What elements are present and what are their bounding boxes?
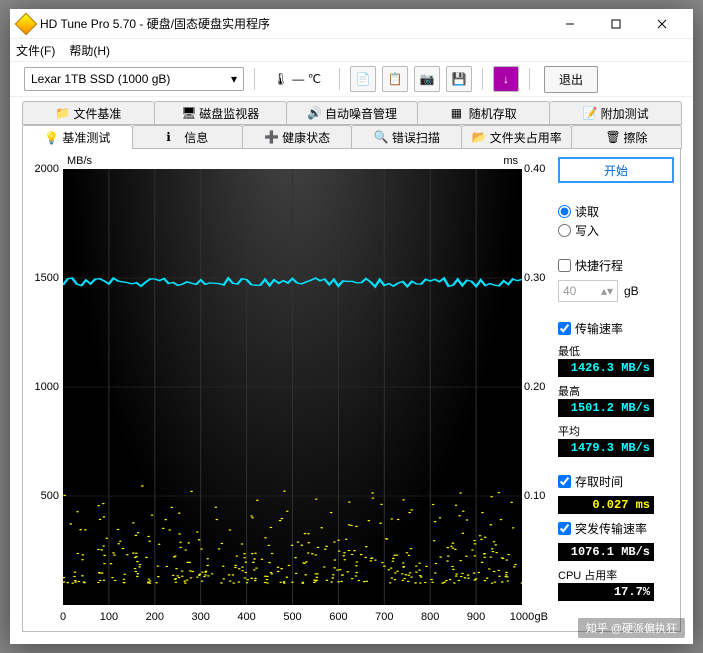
short-stroke-input[interactable]: 40▴▾ — [558, 280, 618, 302]
benchmark-icon: 💡 — [44, 131, 58, 145]
close-button[interactable] — [639, 9, 685, 39]
tab-disk-monitor[interactable]: 🖥磁盘监视器 — [154, 101, 287, 125]
minimize-button[interactable] — [547, 9, 593, 39]
folder-icon: 📂 — [472, 130, 486, 144]
check-access[interactable]: 存取时间 — [558, 473, 674, 490]
y-axis-left-label: MB/s — [67, 155, 92, 167]
divider — [482, 68, 483, 90]
plot-svg — [63, 169, 522, 605]
toolbar: Lexar 1TB SSD (1000 gB) ▾ 🌡 — ℃ 📄 📋 📷 💾 … — [10, 61, 693, 97]
side-panel: 开始 读取 写入 快捷行程 40▴▾ gB 传输速率 最低1426.3 MB/s… — [558, 155, 674, 625]
chevron-down-icon: ▾ — [231, 72, 237, 86]
start-button[interactable]: 开始 — [558, 157, 674, 183]
chart: MB/s ms gB 5001000150020000.100.200.300.… — [29, 155, 552, 625]
device-select[interactable]: Lexar 1TB SSD (1000 gB) ▾ — [24, 67, 244, 91]
mode-group: 读取 写入 — [558, 203, 674, 239]
divider — [529, 68, 530, 90]
radio-write[interactable]: 写入 — [558, 222, 674, 239]
monitor-icon: 🖥 — [181, 106, 195, 120]
tab-random-access[interactable]: ▦随机存取 — [417, 101, 550, 125]
maximize-button[interactable] — [593, 9, 639, 39]
tab-erase[interactable]: 🗑擦除 — [571, 125, 682, 149]
tab-folder-usage[interactable]: 📂文件夹占用率 — [461, 125, 572, 149]
spinner-icon: ▴▾ — [601, 284, 613, 298]
titlebar: HD Tune Pro 5.70 - 硬盘/固态硬盘实用程序 — [10, 9, 693, 39]
menu-file[interactable]: 文件(F) — [16, 42, 55, 59]
erase-icon: 🗑 — [606, 130, 620, 144]
tab-extra-tests[interactable]: 📝附加测试 — [549, 101, 682, 125]
window-title: HD Tune Pro 5.70 - 硬盘/固态硬盘实用程序 — [40, 15, 547, 32]
stat-access: 0.027 ms — [558, 496, 654, 514]
check-transfer[interactable]: 传输速率 — [558, 320, 674, 337]
tab-file-benchmark[interactable]: 📁文件基准 — [22, 101, 155, 125]
save-button[interactable]: 💾 — [446, 66, 472, 92]
temperature: 🌡 — ℃ — [273, 72, 321, 86]
radio-read[interactable]: 读取 — [558, 203, 674, 220]
stat-cpu: CPU 占用率17.7% — [558, 567, 674, 601]
info-icon: ℹ — [166, 130, 180, 144]
watermark: 知乎 @硬派偏执狂 — [578, 618, 685, 638]
device-selected: Lexar 1TB SSD (1000 gB) — [31, 72, 170, 86]
speaker-icon: 🔊 — [307, 106, 321, 120]
y-axis-right-label: ms — [503, 155, 518, 167]
health-icon: ➕ — [264, 130, 278, 144]
tabrow-bottom: 💡基准测试 ℹ信息 ➕健康状态 🔍错误扫描 📂文件夹占用率 🗑擦除 — [22, 125, 681, 149]
stat-avg: 平均1479.3 MB/s — [558, 423, 674, 457]
short-stroke-value: 40▴▾ gB — [558, 280, 674, 302]
scan-icon: 🔍 — [374, 130, 388, 144]
menu-help[interactable]: 帮助(H) — [69, 42, 110, 59]
x-axis-unit: gB — [535, 611, 548, 623]
divider — [339, 68, 340, 90]
file-icon: 📁 — [55, 106, 69, 120]
options-button[interactable]: ↓ — [493, 66, 519, 92]
random-icon: ▦ — [451, 106, 465, 120]
plot-area — [63, 169, 522, 605]
app-window: HD Tune Pro 5.70 - 硬盘/固态硬盘实用程序 文件(F) 帮助(… — [10, 9, 693, 644]
thermometer-icon: 🌡 — [273, 72, 288, 86]
stat-min: 最低1426.3 MB/s — [558, 343, 674, 377]
tab-aam[interactable]: 🔊自动噪音管理 — [286, 101, 419, 125]
tabrow-top: 📁文件基准 🖥磁盘监视器 🔊自动噪音管理 ▦随机存取 📝附加测试 — [22, 101, 681, 125]
stat-burst: 1076.1 MB/s — [558, 543, 654, 561]
menubar: 文件(F) 帮助(H) — [10, 39, 693, 61]
tab-error-scan[interactable]: 🔍错误扫描 — [351, 125, 462, 149]
check-short-stroke[interactable]: 快捷行程 — [558, 257, 674, 274]
tab-benchmark[interactable]: 💡基准测试 — [22, 125, 133, 149]
stat-max: 最高1501.2 MB/s — [558, 383, 674, 417]
app-icon — [15, 12, 38, 35]
copy-info-button[interactable]: 📄 — [350, 66, 376, 92]
divider — [254, 68, 255, 90]
temperature-value: — ℃ — [292, 72, 321, 86]
tabs: 📁文件基准 🖥磁盘监视器 🔊自动噪音管理 ▦随机存取 📝附加测试 💡基准测试 ℹ… — [10, 97, 693, 149]
copy-screenshot-button[interactable]: 📋 — [382, 66, 408, 92]
extra-icon: 📝 — [583, 106, 597, 120]
tab-info[interactable]: ℹ信息 — [132, 125, 243, 149]
exit-button[interactable]: 退出 — [544, 66, 598, 93]
screenshot-button[interactable]: 📷 — [414, 66, 440, 92]
tab-health[interactable]: ➕健康状态 — [242, 125, 353, 149]
client-area: MB/s ms gB 5001000150020000.100.200.300.… — [22, 149, 681, 632]
check-burst[interactable]: 突发传输速率 — [558, 520, 674, 537]
